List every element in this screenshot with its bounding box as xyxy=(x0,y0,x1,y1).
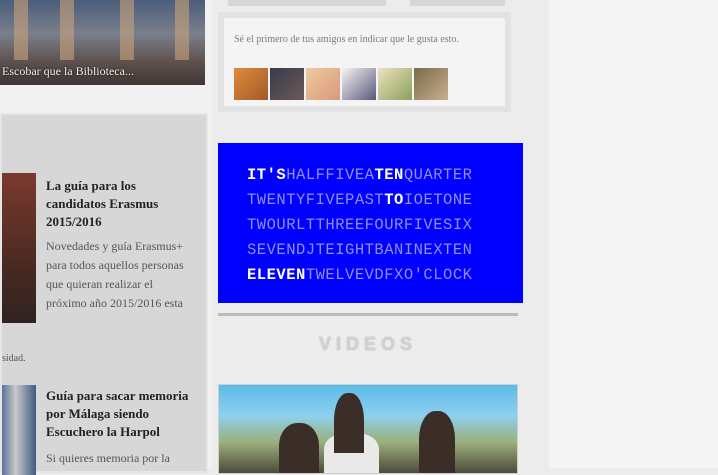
clock-letters-dim: TWENTYFIVEPAST xyxy=(247,191,385,209)
news-title[interactable]: La guía para los candidatos Erasmus 2015… xyxy=(46,177,196,231)
clock-letters-dim: HALFFIVEA xyxy=(286,166,375,184)
news-thumbnail[interactable] xyxy=(2,385,36,475)
hero-image-detail xyxy=(14,0,28,60)
faint-header-text xyxy=(228,0,386,6)
clock-row: TWENTYFIVEPASTTOIOETONE xyxy=(247,188,523,213)
avatar[interactable] xyxy=(270,68,304,100)
friend-avatars xyxy=(234,68,448,100)
section-divider xyxy=(218,313,518,316)
hero-caption[interactable]: Escobar que la Biblioteca... xyxy=(0,64,205,79)
clock-letters-dim: IOETONE xyxy=(403,191,473,209)
clock-word-lit: ELEVEN xyxy=(247,266,306,284)
video-thumbnail[interactable] xyxy=(218,384,518,474)
news-list: La guía para los candidatos Erasmus 2015… xyxy=(0,113,208,475)
clock-row: ELEVENTWELVEVDFXO'CLOCK xyxy=(247,263,523,288)
faint-header-text xyxy=(410,0,505,6)
news-text-fragment: sidad. xyxy=(2,353,26,364)
hero-image-detail xyxy=(60,0,74,60)
hero-image-detail xyxy=(120,0,134,60)
left-column: Escobar que la Biblioteca... La guía par… xyxy=(0,0,212,475)
right-empty-pane xyxy=(549,0,718,468)
clock-letters-dim: QUARTER xyxy=(403,166,473,184)
video-figure xyxy=(419,411,455,473)
avatar[interactable] xyxy=(414,68,448,100)
news-excerpt: Si quieres memoria por la xyxy=(46,451,170,465)
video-figure xyxy=(334,393,364,453)
hero-image-detail xyxy=(175,0,189,60)
word-clock-widget: IT'SHALFFIVEATENQUARTER TWENTYFIVEPASTTOI… xyxy=(218,143,523,303)
news-excerpt: Novedades y guía Erasmus+ para todos aqu… xyxy=(46,239,184,310)
clock-word-lit: TEN xyxy=(374,166,404,184)
clock-row: IT'SHALFFIVEATENQUARTER xyxy=(247,163,523,188)
clock-row: TWOURLTTHREEFOURFIVESIX xyxy=(247,213,523,238)
video-figure xyxy=(279,423,319,473)
clock-letters-dim: TWELVEVDFXO'CLOCK xyxy=(305,266,473,284)
clock-row: SEVENDJTEIGHTBANINEXTEN xyxy=(247,238,523,263)
clock-word-lit: IT'S xyxy=(247,166,287,184)
news-thumbnail[interactable] xyxy=(2,173,36,323)
avatar[interactable] xyxy=(378,68,412,100)
avatar[interactable] xyxy=(234,68,268,100)
avatar[interactable] xyxy=(342,68,376,100)
social-like-box-inner: Sé el primero de tus amigos en indicar q… xyxy=(224,18,505,106)
videos-heading: VIDEOS xyxy=(318,334,418,354)
clock-word-lit: TO xyxy=(384,191,404,209)
social-like-box: Sé el primero de tus amigos en indicar q… xyxy=(218,12,511,112)
clock-letters-dim: TWOURLTTHREEFOURFIVESIX xyxy=(247,216,473,234)
news-title[interactable]: Guía para sacar memoria por Málaga siend… xyxy=(46,387,204,441)
avatar[interactable] xyxy=(306,68,340,100)
clock-letters-dim: SEVENDJTEIGHTBANINEXTEN xyxy=(247,241,473,259)
like-prompt-text: Sé el primero de tus amigos en indicar q… xyxy=(234,34,459,45)
hero-image[interactable]: Escobar que la Biblioteca... xyxy=(0,0,205,85)
